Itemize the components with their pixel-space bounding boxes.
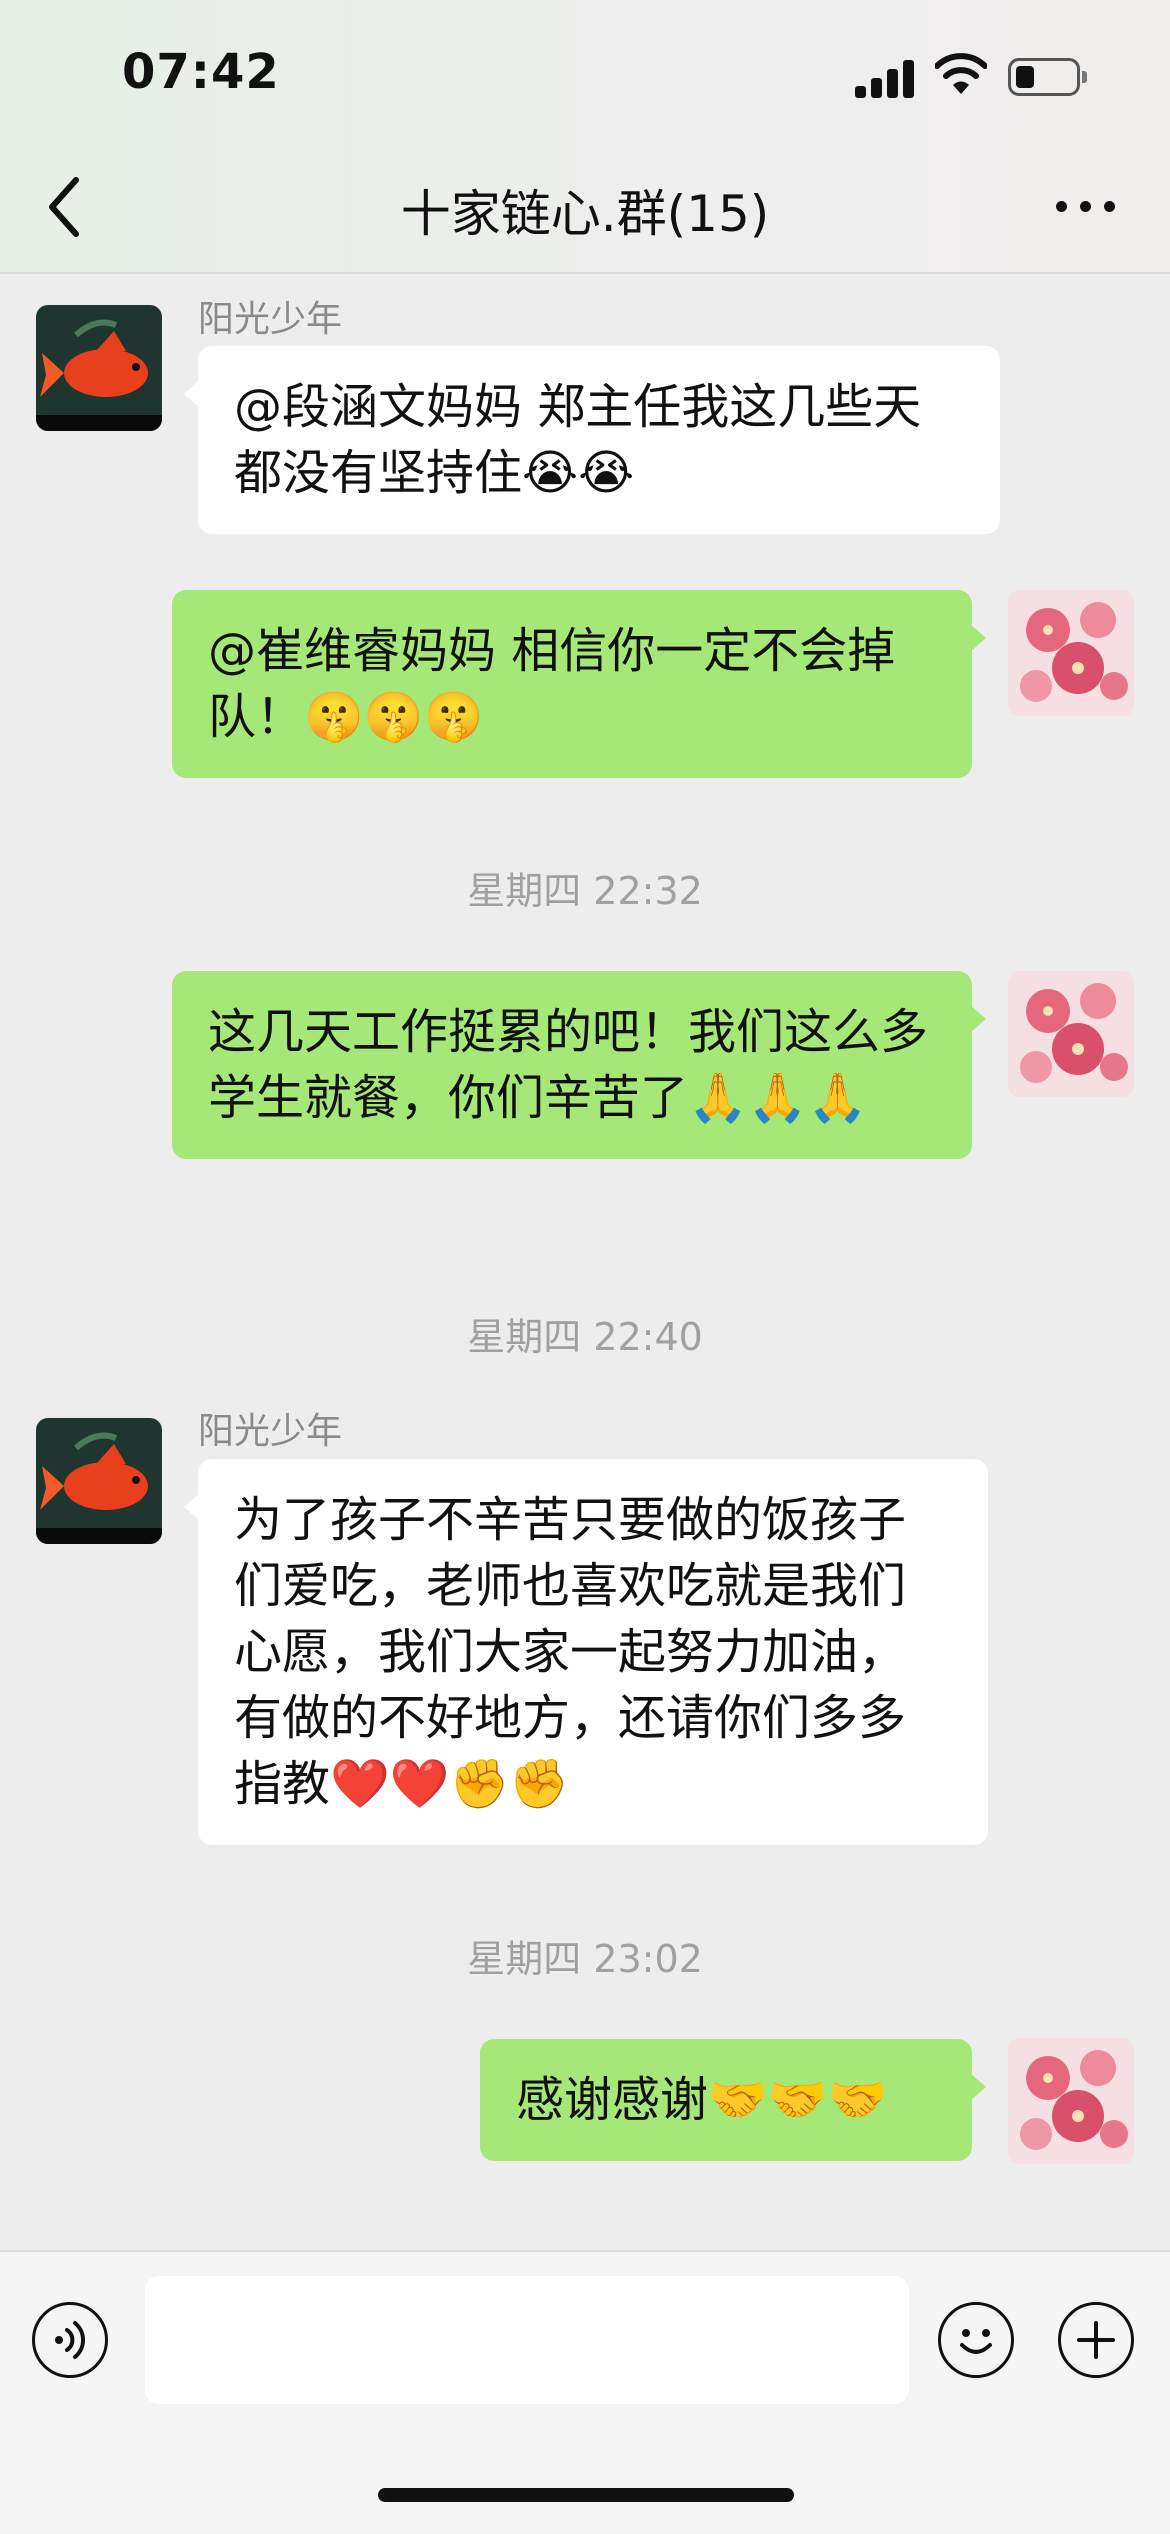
status-time: 07:42 (122, 44, 280, 100)
chat-title[interactable]: 十家链心.群(15) (0, 174, 1170, 246)
sender-name: 阳光少年 (198, 299, 343, 340)
home-indicator[interactable] (378, 2488, 794, 2502)
voice-icon[interactable] (32, 2302, 108, 2378)
message-bubble-outgoing[interactable]: @崔维睿妈妈 相信你一定不会掉队！🤫🤫🤫 (172, 590, 986, 778)
timestamp: 星期四 22:32 (467, 869, 703, 913)
timestamp: 星期四 22:40 (467, 1315, 703, 1359)
more-dots-icon[interactable] (1050, 196, 1120, 216)
message-bubble-outgoing[interactable]: 这几天工作挺累的吧！我们这么多学生就餐，你们辛苦了🙏🙏🙏 (172, 971, 986, 1159)
sender-name: 阳光少年 (198, 1411, 343, 1452)
message-bubble-outgoing[interactable]: 感谢感谢🤝🤝🤝 (480, 2039, 986, 2161)
message-input[interactable] (145, 2276, 909, 2404)
wifi-icon (935, 53, 987, 94)
battery-icon (1008, 58, 1087, 96)
avatar-fish[interactable] (36, 1418, 162, 1544)
plus-icon[interactable] (1058, 2302, 1134, 2378)
avatar-flowers[interactable] (1008, 590, 1134, 716)
navigation-bar: 07:42 十家链心.群(15) (0, 0, 1170, 274)
message-bubble-incoming[interactable]: @段涵文妈妈 郑主任我这几些天都没有坚持住😭😭 (184, 346, 1000, 534)
timestamp: 星期四 23:02 (467, 1937, 703, 1981)
emoji-icon[interactable] (938, 2302, 1014, 2378)
avatar-fish[interactable] (36, 305, 162, 431)
avatar-flowers[interactable] (1008, 2038, 1134, 2164)
avatar-flowers[interactable] (1008, 971, 1134, 1097)
message-bubble-incoming[interactable]: 为了孩子不辛苦只要做的饭孩子们爱吃，老师也喜欢吃就是我们心愿，我们大家一起努力加… (184, 1459, 988, 1845)
signal-icon (855, 58, 915, 98)
